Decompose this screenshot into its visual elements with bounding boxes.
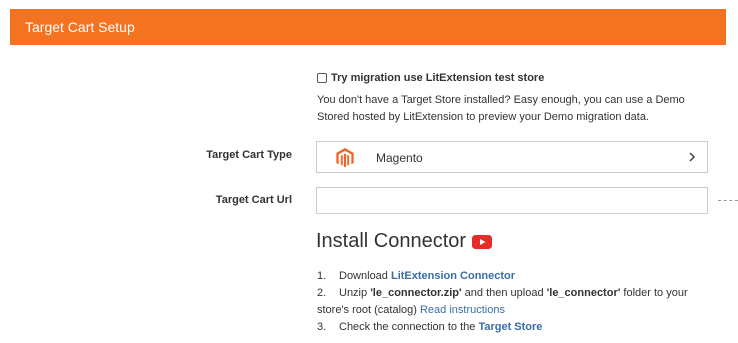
step-text-prefix: Download	[339, 270, 391, 282]
page-title: Target Cart Setup	[25, 19, 135, 35]
install-connector-heading: Install Connector	[316, 230, 493, 253]
folder-name: 'le_connector'	[546, 287, 621, 299]
step-number: 1.	[317, 270, 327, 282]
cart-url-label: Target Cart Url	[215, 194, 292, 206]
step-text-part: folder to your	[620, 287, 688, 299]
cart-type-select[interactable]: Magento	[316, 141, 708, 173]
download-connector-link[interactable]: LitExtension Connector	[391, 270, 515, 282]
step-text: Unzip 'le_connector.zip' and then upload…	[339, 285, 717, 302]
test-store-checkbox[interactable]	[317, 73, 327, 83]
step-number: 2.	[317, 287, 327, 299]
header-bar: Target Cart Setup	[10, 9, 726, 45]
install-step: 2. Unzip 'le_connector.zip' and then upl…	[317, 285, 717, 302]
install-steps: 1. Download LitExtension Connector 2. Un…	[317, 268, 717, 336]
step-text: store's root (catalog) Read instructions	[317, 302, 717, 319]
youtube-icon[interactable]	[472, 234, 493, 249]
install-connector-title: Install Connector	[316, 230, 467, 252]
read-instructions-link[interactable]: Read instructions	[420, 304, 505, 316]
step-number: 3.	[317, 321, 327, 333]
step-text-part: and then upload	[461, 287, 547, 299]
magento-icon	[336, 148, 354, 168]
test-store-checkbox-row[interactable]: Try migration use LitExtension test stor…	[317, 70, 717, 86]
test-store-description: You don't have a Target Store installed?…	[317, 94, 685, 123]
test-store-label[interactable]: Try migration use LitExtension test stor…	[331, 72, 544, 84]
step-text-part: store's root (catalog)	[317, 304, 420, 316]
dashed-connector	[718, 200, 738, 202]
target-store-link[interactable]: Target Store	[478, 321, 542, 333]
zip-filename: 'le_connector.zip'	[370, 287, 462, 299]
step-text: Download LitExtension Connector	[339, 268, 717, 285]
test-store-section: Try migration use LitExtension test stor…	[317, 70, 717, 126]
install-step: 1. Download LitExtension Connector	[317, 268, 717, 285]
cart-type-value: Magento	[376, 151, 423, 165]
page: Target Cart Setup Try migration use LitE…	[0, 0, 738, 343]
install-step: 3. Check the connection to the Target St…	[317, 319, 717, 336]
cart-type-label: Target Cart Type	[206, 149, 292, 161]
install-step-continuation: store's root (catalog) Read instructions	[317, 302, 717, 319]
step-text-part: Unzip	[339, 287, 371, 299]
chevron-right-icon	[689, 152, 696, 162]
step-text: Check the connection to the Target Store	[339, 319, 717, 336]
step-text-prefix: Check the connection to the	[339, 321, 479, 333]
cart-url-input[interactable]	[316, 187, 708, 214]
